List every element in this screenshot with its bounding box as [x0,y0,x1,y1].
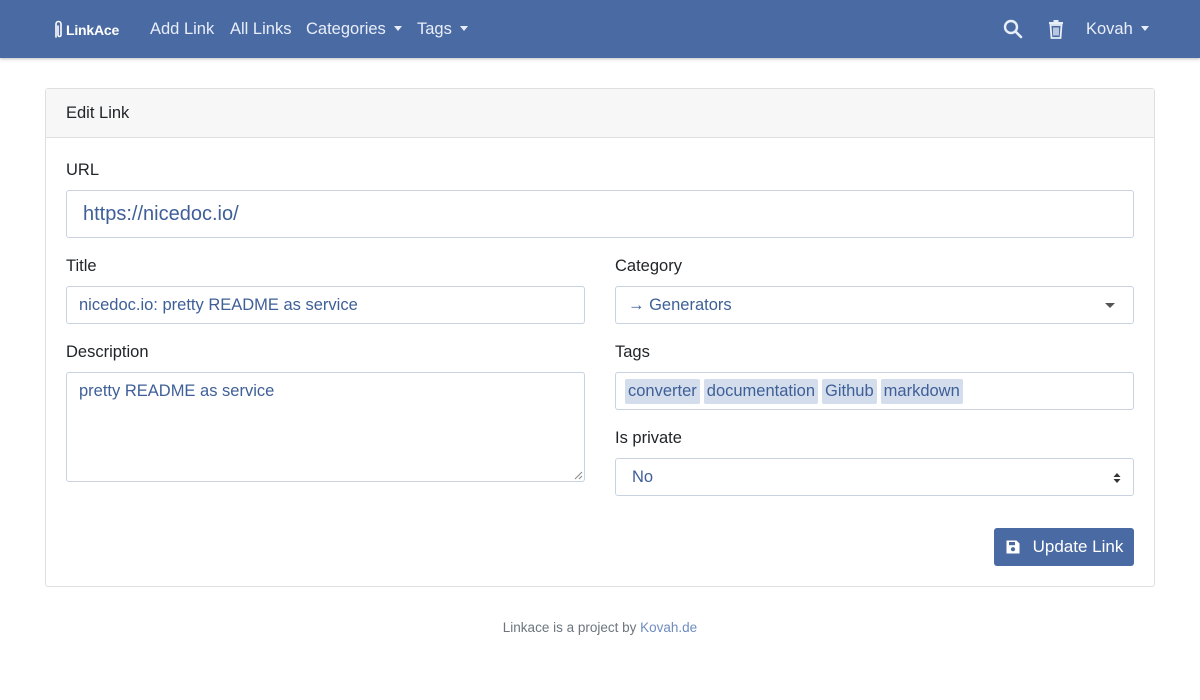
title-label: Title [66,257,97,275]
nav-all-links[interactable]: All Links [230,0,291,58]
nav-tags-label: Tags [417,20,452,38]
tag-chip[interactable]: documentation [703,378,819,404]
footer-text: Linkace is a project by [502,620,637,635]
chevron-down-icon [393,26,402,31]
chevron-down-icon [459,26,468,31]
tag-chip[interactable]: markdown [880,378,963,404]
is-private-label: Is private [615,429,682,447]
category-select[interactable]: → Generators [615,286,1134,324]
description-label: Description [66,343,149,361]
url-label: URL [66,161,100,179]
tags-input[interactable]: converter documentation Github markdown [615,372,1134,410]
tag-chip[interactable]: converter [625,378,700,404]
is-private-value: No [632,467,654,486]
url-input[interactable]: https://nicedoc.io/ [66,190,1134,238]
nav-categories-dropdown[interactable]: Categories [306,0,402,58]
brand-logo[interactable]: LinkAce [53,18,119,42]
paperclip-icon [55,20,62,38]
footer-link[interactable]: Kovah.de [640,620,697,635]
select-updown-icon [1113,473,1121,483]
tags-label: Tags [615,343,650,361]
title-value: nicedoc.io: pretty README as service [79,295,358,314]
description-textarea[interactable]: pretty README as service [66,372,585,482]
top-navbar: LinkAce Add Link All Links Categories Ta… [0,0,1200,58]
category-label: Category [615,257,682,275]
card-title: Edit Link [46,89,1154,138]
category-value: → Generators [628,295,732,314]
user-name: Kovah [1086,20,1133,38]
edit-link-card: Edit Link [45,88,1155,587]
update-link-label: Update Link [1032,537,1124,556]
user-menu-dropdown[interactable]: Kovah [1086,0,1149,58]
nav-all-links-label: All Links [230,20,292,38]
nav-add-link-label: Add Link [150,20,215,38]
brand-name: LinkAce [66,22,120,38]
nav-tags-dropdown[interactable]: Tags [417,0,468,58]
save-icon [1006,540,1020,554]
update-link-button[interactable]: Update Link [994,528,1134,566]
title-input[interactable]: nicedoc.io: pretty README as service [66,286,585,324]
tag-chip[interactable]: Github [822,378,877,404]
trash-icon[interactable] [1046,19,1066,39]
is-private-select[interactable]: No [615,458,1134,496]
chevron-down-icon [1140,26,1149,31]
description-value: pretty README as service [79,382,275,400]
url-value: https://nicedoc.io/ [83,202,239,225]
chevron-down-icon [1105,303,1115,308]
footer: Linkace is a project by Kovah.de [0,620,1200,635]
nav-categories-label: Categories [306,20,386,38]
resize-grip-icon[interactable] [573,470,583,480]
search-icon[interactable] [1003,19,1023,39]
nav-add-link[interactable]: Add Link [150,0,214,58]
